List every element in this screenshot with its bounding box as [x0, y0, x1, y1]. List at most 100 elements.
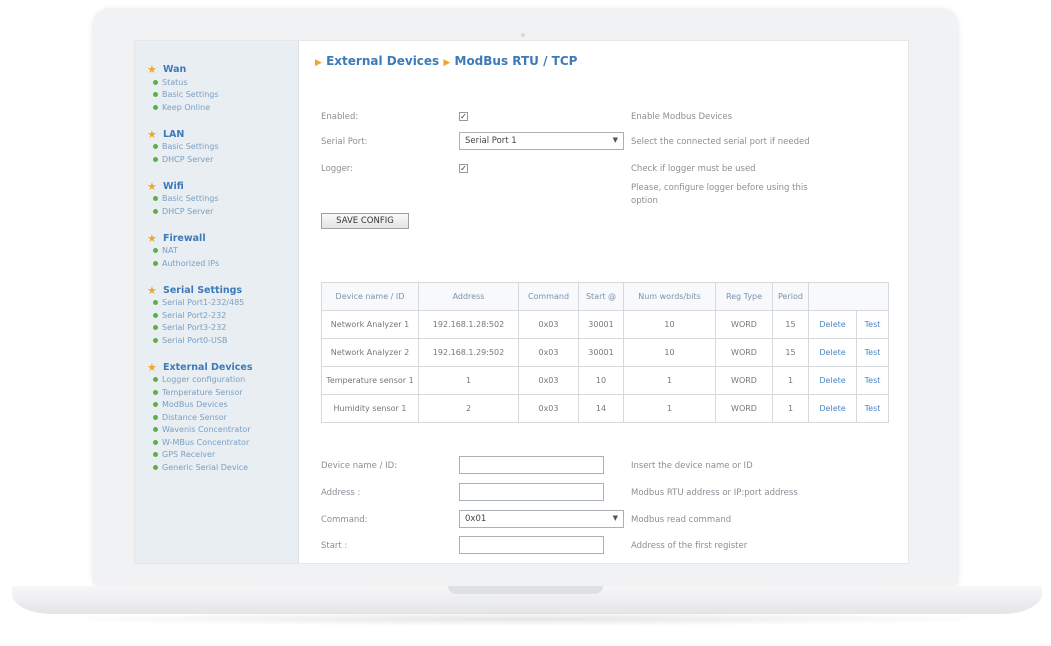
bullet-icon: [153, 427, 158, 433]
sidebar-item[interactable]: Generic Serial Device: [135, 461, 298, 474]
sidebar-item[interactable]: Serial Port3-232: [135, 322, 298, 335]
cell-start: 10: [578, 366, 624, 395]
sidebar-item-label: Distance Sensor: [162, 412, 227, 422]
address-input[interactable]: [459, 483, 604, 501]
table-row: Network Analyzer 1 192.168.1.28:502 0x03 30…: [321, 310, 889, 339]
test-link[interactable]: Test: [856, 394, 889, 423]
bullet-icon: [153, 402, 158, 408]
enabled-checkbox[interactable]: ✓: [459, 112, 468, 121]
sidebar-item[interactable]: Serial Port1-232/485: [135, 297, 298, 310]
bullet-icon: [153, 248, 158, 254]
cell-period: 1: [772, 366, 809, 395]
cell-num: 10: [623, 310, 716, 339]
sidebar-group: ★ Wifi Basic Settings DHCP Server: [135, 180, 298, 218]
serial-port-value: Serial Port 1: [465, 136, 517, 146]
arrow-icon: ▶: [443, 58, 451, 68]
bullet-icon: [153, 260, 158, 266]
command-label: Command:: [321, 515, 368, 525]
sidebar-item-label: Serial Port1-232/485: [162, 298, 245, 308]
test-link[interactable]: Test: [856, 366, 889, 395]
sidebar-item[interactable]: Authorized IPs: [135, 257, 298, 270]
sidebar-item-label: W-MBus Concentrator: [162, 437, 250, 447]
sidebar-item[interactable]: Temperature Sensor: [135, 386, 298, 399]
logger-checkbox[interactable]: ✓: [459, 164, 468, 173]
page-title: ▶ External Devices ▶ ModBus RTU / TCP: [315, 54, 577, 68]
cell-start: 30001: [578, 338, 624, 367]
sidebar-item[interactable]: W-MBus Concentrator: [135, 436, 298, 449]
cell-period: 15: [772, 338, 809, 367]
sidebar-item-label: DHCP Server: [162, 154, 214, 164]
delete-link[interactable]: Delete: [807, 366, 858, 395]
save-config-button[interactable]: SAVE CONFIG: [321, 213, 409, 229]
cell-period: 1: [772, 394, 809, 423]
sidebar-item[interactable]: Logger configuration: [135, 374, 298, 387]
sidebar-item[interactable]: DHCP Server: [135, 153, 298, 166]
start-input[interactable]: [459, 536, 604, 554]
sidebar-group-title[interactable]: ★ LAN: [135, 128, 298, 141]
sidebar-item[interactable]: DHCP Server: [135, 205, 298, 218]
sidebar-group: ★ Wan Status Basic Settings Keep Online: [135, 63, 298, 114]
sidebar-item[interactable]: Status: [135, 76, 298, 89]
cell-address: 192.168.1.29:502: [418, 338, 519, 367]
bullet-icon: [153, 208, 158, 214]
test-link[interactable]: Test: [856, 338, 889, 367]
bullet-icon: [153, 104, 158, 110]
main-content: ▶ External Devices ▶ ModBus RTU / TCP En…: [299, 41, 908, 563]
sidebar-item[interactable]: GPS Receiver: [135, 449, 298, 462]
bullet-icon: [153, 79, 158, 85]
serial-port-select[interactable]: Serial Port 1 ▼: [459, 132, 624, 150]
command-select[interactable]: 0x01 ▼: [459, 510, 624, 528]
enabled-desc: Enable Modbus Devices: [631, 112, 732, 122]
sidebar-group-title[interactable]: ★ Serial Settings: [135, 284, 298, 297]
delete-link[interactable]: Delete: [807, 394, 858, 423]
sidebar-item-label: Authorized IPs: [162, 258, 220, 268]
sidebar-group-title[interactable]: ★ Wifi: [135, 180, 298, 193]
sidebar-group-label: Wan: [163, 64, 187, 75]
sidebar-group: ★ LAN Basic Settings DHCP Server: [135, 128, 298, 166]
serial-port-label: Serial Port:: [321, 137, 368, 147]
col-address: Address: [418, 282, 519, 311]
bullet-icon: [153, 312, 158, 318]
table-row: Temperature sensor 1 1 0x03 10 1 WORD 1 Delete T…: [321, 366, 889, 395]
sidebar-item[interactable]: Keep Online: [135, 101, 298, 114]
sidebar-group-title[interactable]: ★ Wan: [135, 63, 298, 76]
sidebar-item[interactable]: Wavenis Concentrator: [135, 424, 298, 437]
cell-type: WORD: [715, 338, 773, 367]
bullet-icon: [153, 196, 158, 202]
laptop-shadow: [40, 612, 1011, 626]
bullet-icon: [153, 337, 158, 343]
delete-link[interactable]: Delete: [807, 338, 858, 367]
breadcrumb-external-devices[interactable]: External Devices: [326, 54, 439, 68]
laptop-notch: [448, 586, 603, 594]
sidebar-item[interactable]: Basic Settings: [135, 89, 298, 102]
cell-num: 1: [623, 366, 716, 395]
sidebar-group-title[interactable]: ★ External Devices: [135, 361, 298, 374]
devices-table: Device name / ID Address Command Start @…: [321, 282, 889, 423]
sidebar-item[interactable]: Basic Settings: [135, 193, 298, 206]
sidebar-item[interactable]: Basic Settings: [135, 141, 298, 154]
table-row: Humidity sensor 1 2 0x03 14 1 WORD 1 Delete Test: [321, 394, 889, 423]
star-icon: ★: [147, 127, 157, 141]
sidebar-group: ★ External Devices Logger configuration Tem…: [135, 361, 298, 474]
sidebar-item[interactable]: NAT: [135, 245, 298, 258]
sidebar-group-title[interactable]: ★ Firewall: [135, 232, 298, 245]
bullet-icon: [153, 144, 158, 150]
col-command: Command: [518, 282, 579, 311]
delete-link[interactable]: Delete: [807, 310, 858, 339]
star-icon: ★: [147, 231, 157, 245]
sidebar-item-label: Temperature Sensor: [162, 387, 243, 397]
bullet-icon: [153, 414, 158, 420]
sidebar-item-label: GPS Receiver: [162, 450, 216, 460]
cell-command: 0x03: [518, 310, 579, 339]
sidebar-item[interactable]: Serial Port0-USB: [135, 334, 298, 347]
cell-command: 0x03: [518, 338, 579, 367]
sidebar-item[interactable]: Distance Sensor: [135, 411, 298, 424]
test-link[interactable]: Test: [856, 310, 889, 339]
serial-port-desc: Select the connected serial port if need…: [631, 137, 810, 147]
sidebar-item-label: Keep Online: [162, 102, 211, 112]
device-name-input[interactable]: [459, 456, 604, 474]
address-label: Address :: [321, 488, 361, 498]
chevron-down-icon: ▼: [612, 514, 618, 522]
sidebar-item[interactable]: ModBus Devices: [135, 399, 298, 412]
sidebar-item[interactable]: Serial Port2-232: [135, 309, 298, 322]
